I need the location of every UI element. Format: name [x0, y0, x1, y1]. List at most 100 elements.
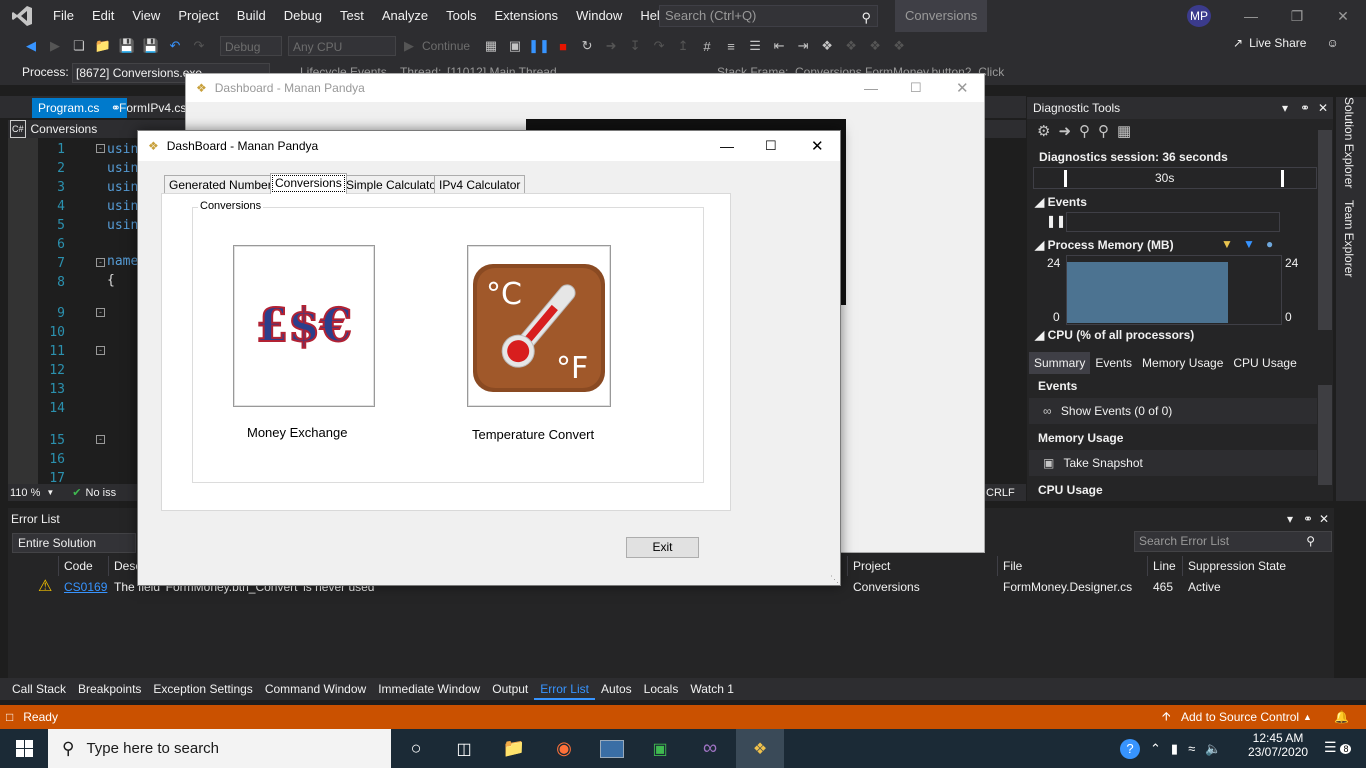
hex-display-icon[interactable]: # [696, 35, 718, 57]
collapse-icon[interactable]: - [96, 435, 105, 444]
close-icon[interactable]: ✕ [1318, 97, 1328, 119]
menu-debug[interactable]: Debug [275, 0, 331, 32]
close-icon[interactable]: ✕ [1319, 508, 1329, 530]
file-explorer-icon[interactable]: 📁 [490, 729, 538, 768]
add-to-source-control-button[interactable]: Add to Source Control [1181, 710, 1299, 724]
error-list-search-input[interactable]: Search Error List ⚲ [1134, 531, 1332, 552]
help-icon[interactable]: ? [1120, 738, 1140, 759]
redo-icon[interactable]: ↷ [188, 35, 210, 57]
menu-build[interactable]: Build [228, 0, 275, 32]
maximize-icon[interactable]: ☐ [910, 80, 922, 96]
tab-generated-numbers[interactable]: Generated Numbers [164, 175, 283, 194]
app-green-icon[interactable]: ▣ [636, 729, 684, 768]
timeline-selection-start[interactable] [1064, 170, 1067, 187]
panel-menu-icon[interactable]: ▾ [1282, 97, 1288, 119]
reset-view-icon[interactable]: ▦ [1117, 122, 1131, 140]
tab-cpu-usage[interactable]: CPU Usage [1228, 352, 1301, 374]
firefox-icon[interactable]: ◉ [540, 729, 588, 768]
windows-start-icon[interactable] [0, 729, 48, 768]
pin-icon[interactable]: ⚭ [1300, 97, 1310, 119]
attach-icon[interactable]: ▦ [480, 35, 502, 57]
tab-formipv4-cs[interactable]: FormIPv4.cs [113, 98, 192, 118]
stop-icon[interactable]: ■ [552, 35, 574, 57]
forward-icon[interactable]: ▶ [44, 35, 66, 57]
tab-immediate-window[interactable]: Immediate Window [372, 678, 486, 700]
feedback-icon[interactable]: ☺ [1326, 36, 1338, 50]
tab-locals[interactable]: Locals [638, 678, 685, 700]
tab-conversions[interactable]: Conversions [270, 173, 347, 194]
zoom-in-icon[interactable]: ⚲ [1079, 122, 1090, 140]
show-events-link[interactable]: Show Events (0 of 0) [1061, 404, 1172, 418]
user-avatar[interactable]: MP [1187, 5, 1211, 27]
solution-explorer-tab[interactable]: Solution Explorer [1342, 97, 1356, 188]
zoom-out-icon[interactable]: ⚲ [1098, 122, 1109, 140]
events-track-label[interactable]: ◢ Events [1035, 195, 1087, 209]
menu-view[interactable]: View [123, 0, 169, 32]
error-scope-select[interactable]: Entire Solution [12, 533, 136, 553]
save-icon[interactable]: 💾 [116, 35, 138, 57]
column-file[interactable]: File [997, 556, 1147, 576]
chevron-up-icon[interactable]: ▲ [1303, 712, 1312, 722]
column-suppression-state[interactable]: Suppression State [1182, 556, 1332, 576]
minimize-icon[interactable]: — [720, 138, 734, 154]
bookmark-icon[interactable]: ❖ [816, 35, 838, 57]
tab-call-stack[interactable]: Call Stack [6, 678, 72, 700]
tab-events[interactable]: Events [1090, 352, 1137, 374]
show-next-statement-icon[interactable]: ➜ [600, 35, 622, 57]
column-description[interactable]: Desc [108, 556, 141, 576]
column-project[interactable]: Project [847, 556, 997, 576]
dashboard-title-bar[interactable]: ❖ DashBoard - Manan Pandya — ☐ ✕ [138, 131, 840, 161]
tab-watch-1[interactable]: Watch 1 [684, 678, 740, 700]
tab-summary[interactable]: Summary [1029, 352, 1091, 374]
pause-icon[interactable]: ❚❚ [528, 35, 550, 57]
close-icon[interactable]: ✕ [956, 79, 969, 97]
bookmark-next-icon[interactable]: ❖ [864, 35, 886, 57]
bookmark-clear-icon[interactable]: ❖ [888, 35, 910, 57]
save-all-icon[interactable]: 💾 [140, 35, 162, 57]
temperature-convert-picture[interactable]: °C °F [467, 245, 611, 407]
maximize-icon[interactable]: ☐ [765, 138, 777, 154]
tab-breakpoints[interactable]: Breakpoints [72, 678, 147, 700]
tab-autos[interactable]: Autos [595, 678, 638, 700]
team-explorer-tab[interactable]: Team Explorer [1342, 200, 1356, 277]
battery-icon[interactable]: ▮ [1171, 741, 1178, 757]
outdent-icon[interactable]: ⇤ [768, 35, 790, 57]
column-code[interactable]: Code [58, 556, 114, 576]
menu-test[interactable]: Test [331, 0, 373, 32]
resize-grip-icon[interactable]: ⋱ [830, 574, 839, 585]
chevron-down-icon[interactable]: ▼ [46, 488, 54, 497]
tab-exception-settings[interactable]: Exception Settings [147, 678, 258, 700]
tab-output[interactable]: Output [486, 678, 534, 700]
take-snapshot-button[interactable]: Take Snapshot [1063, 456, 1142, 470]
issues-label[interactable]: No iss [86, 487, 117, 499]
money-exchange-picture[interactable]: £$€ [233, 245, 375, 407]
live-share-button[interactable]: ↗ Live Share ☺ [1233, 36, 1339, 50]
export-icon[interactable]: ➜ [1058, 122, 1071, 140]
thread-icon[interactable]: ≡ [720, 35, 742, 57]
visual-studio-taskbar-icon[interactable]: ∞ [686, 729, 734, 768]
diag-scrollbar[interactable] [1318, 130, 1332, 330]
menu-project[interactable]: Project [169, 0, 227, 32]
step-into-icon[interactable]: ↧ [624, 35, 646, 57]
vs-close-button[interactable]: ✕ [1320, 0, 1366, 32]
task-view-icon[interactable]: ◫ [440, 729, 488, 768]
platform-select[interactable]: Any CPU [288, 36, 396, 56]
menu-file[interactable]: File [44, 0, 83, 32]
continue-button[interactable]: Continue [422, 39, 470, 53]
pin-icon[interactable]: ⚭ [1303, 508, 1313, 530]
timeline-ruler[interactable]: 30s [1033, 167, 1317, 189]
collapse-icon[interactable]: - [96, 346, 105, 355]
step-out-icon[interactable]: ↥ [672, 35, 694, 57]
volume-icon[interactable]: 🔈 [1205, 741, 1221, 757]
new-project-icon[interactable]: ❏ [68, 35, 90, 57]
toggle-icon[interactable]: ☰ [744, 35, 766, 57]
chevron-up-icon[interactable]: ⌃ [1150, 741, 1161, 757]
error-code-link[interactable]: CS0169 [64, 577, 107, 597]
collapse-icon[interactable]: - [96, 144, 105, 153]
dashboard-back-title-bar[interactable]: ❖ Dashboard - Manan Pandya — ☐ ✕ [186, 74, 984, 102]
tab-memory-usage[interactable]: Memory Usage [1137, 352, 1228, 374]
collapse-icon[interactable]: - [96, 308, 105, 317]
show-events-row[interactable]: ∞ Show Events (0 of 0) [1029, 398, 1317, 424]
summary-scrollbar[interactable] [1318, 385, 1332, 485]
minimize-icon[interactable]: — [864, 80, 878, 96]
